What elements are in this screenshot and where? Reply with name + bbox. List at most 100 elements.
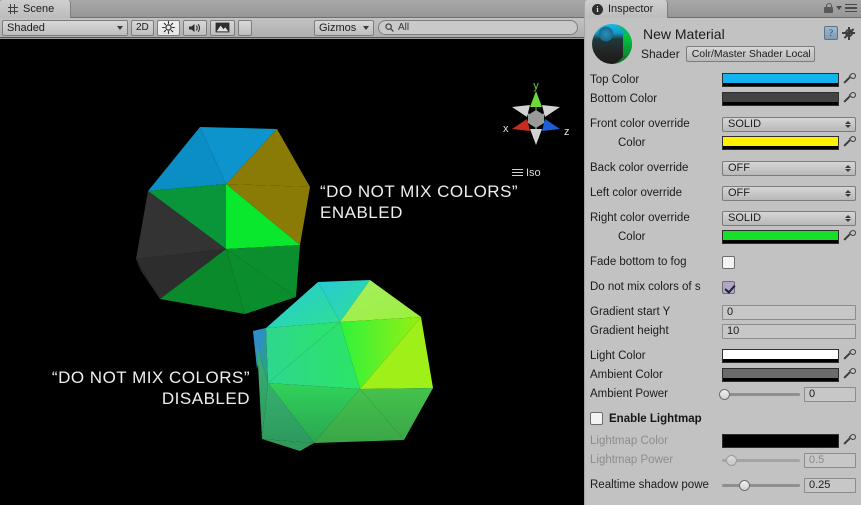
color-swatch-top-color[interactable] xyxy=(722,73,839,87)
slider-realtime-shadow-powe[interactable] xyxy=(722,478,800,492)
number-input-lightmap-power[interactable]: 0.5 xyxy=(804,452,856,468)
property-field-fade-bottom-to-fog xyxy=(722,255,856,269)
select-left-color-override[interactable]: OFF xyxy=(722,185,856,201)
color-swatch-lightmap-color[interactable] xyxy=(722,434,839,448)
color-swatch-bottom-color[interactable] xyxy=(722,92,839,106)
checkbox-fade-bottom-to-fog[interactable] xyxy=(722,255,735,269)
eyedropper-icon[interactable] xyxy=(843,432,858,448)
property-label-lightmap-power: Lightmap Power xyxy=(590,454,674,466)
tab-inspector-label: Inspector xyxy=(608,3,654,15)
property-row-color: Color xyxy=(590,228,858,246)
property-field-realtime-shadow-powe: 0.25 xyxy=(722,477,856,493)
draw-mode-dropdown[interactable]: Shaded xyxy=(2,19,128,36)
eyedropper-icon[interactable] xyxy=(843,228,858,244)
property-row-color: Color xyxy=(590,134,858,152)
image-icon xyxy=(215,22,230,33)
hamburger-icon xyxy=(512,169,523,177)
select-front-color-override[interactable]: SOLID xyxy=(722,116,856,132)
property-field-front-color-override: SOLID xyxy=(722,116,856,132)
slider-knob-ambient-power[interactable] xyxy=(719,388,731,400)
gizmo-projection-toggle[interactable]: Iso xyxy=(512,167,541,179)
scene-search-value: All xyxy=(398,22,410,33)
property-row-enable-lightmap: Enable Lightmap xyxy=(590,412,856,425)
eyedropper-icon[interactable] xyxy=(843,90,858,106)
property-row-do-not-mix-colors-of-s: Do not mix colors of s xyxy=(590,278,856,296)
property-field-back-color-override: OFF xyxy=(722,160,856,176)
gizmo-axis-x-label: x xyxy=(503,123,509,135)
property-label-ambient-power: Ambient Power xyxy=(590,388,668,400)
eyedropper-icon[interactable] xyxy=(843,347,858,363)
number-input-gradient-height[interactable]: 10 xyxy=(722,323,856,339)
book-help-icon[interactable]: ? xyxy=(824,26,838,40)
gizmo-axis-y-label: y xyxy=(533,80,539,92)
scene-viewport[interactable]: y x z Iso “DO NOT MIX COLORS” ENABLED “D… xyxy=(0,39,584,505)
number-input-realtime-shadow-powe[interactable]: 0.25 xyxy=(804,477,856,493)
shader-value: Colr/Master Shader Local Space xyxy=(691,48,814,60)
updown-arrows-icon xyxy=(845,214,851,222)
annotation-enabled: “DO NOT MIX COLORS” ENABLED xyxy=(320,181,518,223)
lock-icon[interactable] xyxy=(824,3,833,13)
color-swatch-light-color[interactable] xyxy=(722,349,839,363)
chevron-down-icon[interactable] xyxy=(836,6,842,10)
color-swatch-ambient-color[interactable] xyxy=(722,368,839,382)
property-field-ambient-color xyxy=(722,366,858,382)
toggle-2d-button[interactable]: 2D xyxy=(131,19,154,36)
slider-ambient-power[interactable] xyxy=(719,387,800,401)
info-circle-icon: i xyxy=(592,3,603,15)
annotation-enabled-line1: “DO NOT MIX COLORS” xyxy=(320,182,519,201)
property-label-do-not-mix-colors-of-s: Do not mix colors of s xyxy=(590,281,701,293)
color-swatch-color[interactable] xyxy=(722,230,839,244)
scene-search-input[interactable]: All xyxy=(378,20,578,35)
gizmos-dropdown[interactable]: Gizmos xyxy=(314,19,374,36)
number-input-ambient-power[interactable]: 0 xyxy=(804,386,856,402)
eyedropper-icon[interactable] xyxy=(843,134,858,150)
property-field-left-color-override: OFF xyxy=(722,185,856,201)
property-label-gradient-start-y: Gradient start Y xyxy=(590,306,671,318)
tab-scene-label: Scene xyxy=(23,3,55,15)
material-header-icons: ? xyxy=(824,24,855,40)
hamburger-menu-icon[interactable] xyxy=(845,3,857,13)
material-header: New Material Shader Colr/Master Shader L… xyxy=(585,18,861,68)
property-row-left-color-override: Left color override OFF xyxy=(590,184,856,202)
checkbox-do-not-mix-colors-of-s[interactable] xyxy=(722,280,735,294)
gear-icon[interactable] xyxy=(842,26,855,40)
eyedropper-icon[interactable] xyxy=(843,366,858,382)
property-label-lightmap-color: Lightmap Color xyxy=(590,435,668,447)
inspector-tab-actions xyxy=(824,3,857,13)
scene-effects-toggle[interactable] xyxy=(209,19,235,36)
color-swatch-color[interactable] xyxy=(722,136,839,150)
shader-dropdown[interactable]: Colr/Master Shader Local Space xyxy=(685,46,815,62)
property-field-color xyxy=(722,134,858,150)
chevron-down-icon xyxy=(117,25,123,30)
property-field-ambient-power: 0 xyxy=(719,386,856,402)
property-field-bottom-color xyxy=(722,90,858,106)
property-field-color xyxy=(722,228,858,244)
gizmos-label: Gizmos xyxy=(319,21,357,34)
scene-audio-toggle[interactable] xyxy=(182,19,207,36)
slider-knob-lightmap-power[interactable] xyxy=(726,454,738,466)
gizmo-axis-z-label: z xyxy=(564,126,570,138)
property-label-realtime-shadow-powe: Realtime shadow powe xyxy=(590,479,709,491)
property-field-gradient-start-y: 0 xyxy=(722,304,856,320)
property-label-color: Color xyxy=(618,137,646,149)
material-sphere-preview xyxy=(592,24,632,64)
scene-effects-dropdown[interactable] xyxy=(237,19,252,36)
annotation-disabled-line1: “DO NOT MIX COLORS” xyxy=(51,368,250,387)
slider-lightmap-power[interactable] xyxy=(722,453,800,467)
property-field-light-color xyxy=(722,347,858,363)
slider-knob-realtime-shadow-powe[interactable] xyxy=(738,479,750,491)
annotation-enabled-line2: ENABLED xyxy=(320,203,403,222)
scene-lighting-toggle[interactable] xyxy=(156,19,180,36)
property-label-right-color-override: Right color override xyxy=(590,212,690,224)
tab-scene[interactable]: Scene xyxy=(0,0,72,18)
select-value-front-color-override: SOLID xyxy=(728,118,762,130)
select-right-color-override[interactable]: SOLID xyxy=(722,210,856,226)
scene-view-gizmo[interactable]: y x z xyxy=(496,79,576,157)
eyedropper-icon[interactable] xyxy=(843,71,858,87)
select-back-color-override[interactable]: OFF xyxy=(722,160,856,176)
number-input-gradient-start-y[interactable]: 0 xyxy=(722,304,856,320)
property-row-gradient-start-y: Gradient start Y 0 xyxy=(590,303,856,321)
tab-inspector[interactable]: i Inspector xyxy=(585,0,669,18)
shader-label: Shader xyxy=(641,47,680,61)
checkbox-enable-lightmap[interactable] xyxy=(590,412,603,425)
